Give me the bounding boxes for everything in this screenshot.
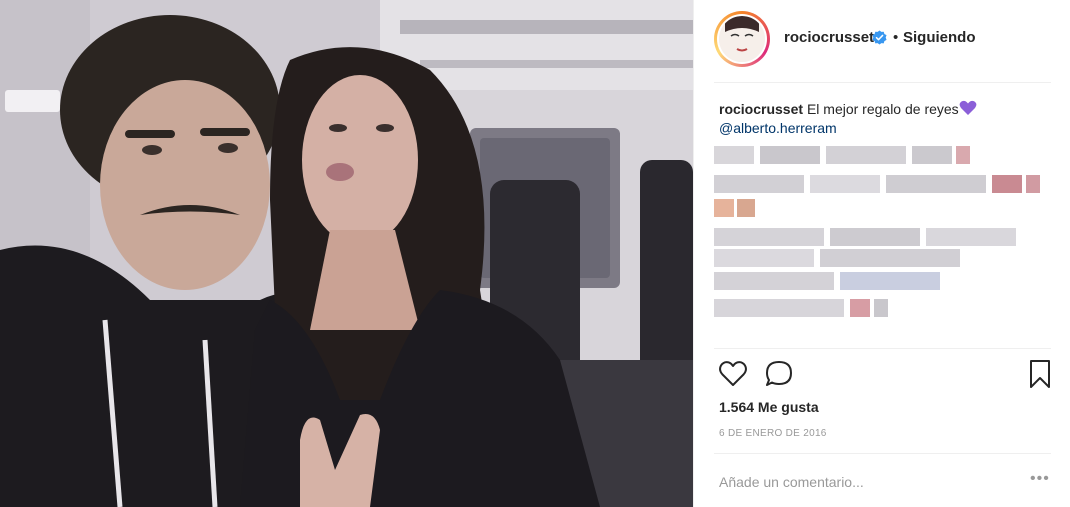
heart-outline-icon[interactable] [718,359,748,387]
header-separator: • [893,29,899,46]
speech-bubble-icon[interactable] [764,359,794,389]
bookmark-icon[interactable] [1028,359,1052,389]
comment-input[interactable] [719,468,1009,496]
actions-divider [714,348,1051,349]
blurred-comment [714,296,914,320]
following-button[interactable]: Siguiendo [903,29,976,46]
caption-text: El mejor regalo de reyes [806,101,959,117]
verified-badge-icon [872,30,887,45]
blurred-comment [714,172,1054,196]
post-caption: rociocrusset El mejor regalo de reyes [719,98,1049,120]
mention-link[interactable]: @alberto.herreram [719,120,837,136]
post-header: rociocrusset • Siguiendo [694,0,1070,82]
post-date: 6 DE ENERO DE 2016 [719,428,827,439]
selfie-image [0,0,693,507]
blurred-comment [714,246,984,270]
comment-divider [714,453,1051,454]
blurred-comment [714,269,964,293]
caption-username[interactable]: rociocrusset [719,101,803,117]
header-divider [714,82,1051,83]
avatar-illustration [719,16,765,62]
blurred-comment [714,143,974,167]
header-username[interactable]: rociocrusset [784,29,874,46]
purple-heart-icon [959,100,977,115]
likes-count[interactable]: 1.564 Me gusta [719,399,819,415]
post-sidebar: rociocrusset • Siguiendo rociocrusset El… [693,0,1070,507]
avatar[interactable] [714,11,770,67]
blurred-comment [714,196,774,220]
action-bar [694,356,1070,396]
post-photo[interactable] [0,0,693,507]
more-options-icon[interactable]: ••• [1030,470,1050,488]
